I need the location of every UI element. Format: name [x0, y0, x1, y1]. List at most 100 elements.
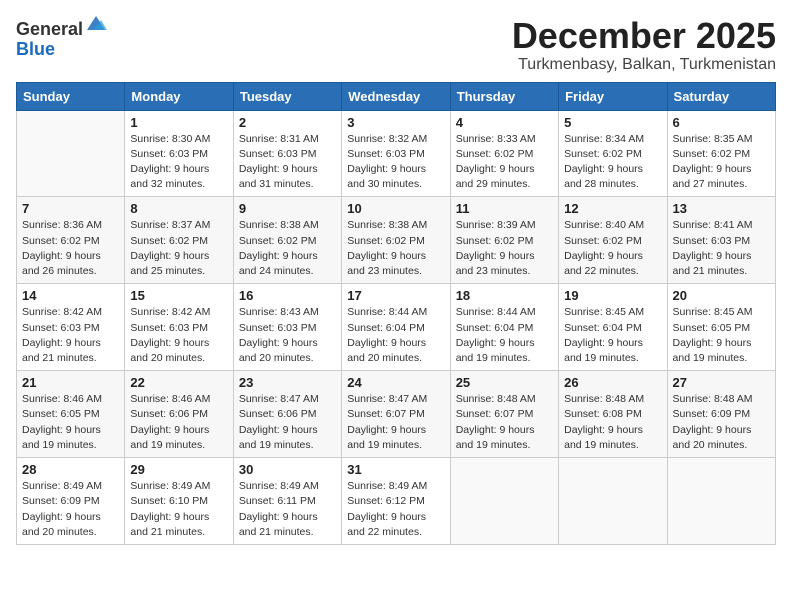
logo-blue-text: Blue	[16, 40, 107, 60]
day-number: 29	[130, 462, 227, 477]
title-area: December 2025 Turkmenbasy, Balkan, Turkm…	[512, 16, 776, 74]
day-number: 21	[22, 375, 119, 390]
day-number: 25	[456, 375, 553, 390]
day-info: Sunrise: 8:46 AMSunset: 6:05 PMDaylight:…	[22, 392, 119, 453]
header: General Blue December 2025 Turkmenbasy, …	[16, 16, 776, 74]
month-title: December 2025	[512, 16, 776, 56]
calendar-cell	[559, 458, 667, 545]
day-number: 9	[239, 201, 336, 216]
day-number: 10	[347, 201, 444, 216]
day-number: 27	[673, 375, 770, 390]
calendar-cell: 4 Sunrise: 8:33 AMSunset: 6:02 PMDaylight…	[450, 110, 558, 197]
calendar-week-row: 28 Sunrise: 8:49 AMSunset: 6:09 PMDayligh…	[17, 458, 776, 545]
calendar-cell: 26 Sunrise: 8:48 AMSunset: 6:08 PMDayligh…	[559, 371, 667, 458]
day-number: 26	[564, 375, 661, 390]
day-number: 20	[673, 288, 770, 303]
day-info: Sunrise: 8:41 AMSunset: 6:03 PMDaylight:…	[673, 218, 770, 279]
day-info: Sunrise: 8:42 AMSunset: 6:03 PMDaylight:…	[130, 305, 227, 366]
day-info: Sunrise: 8:46 AMSunset: 6:06 PMDaylight:…	[130, 392, 227, 453]
weekday-header-saturday: Saturday	[667, 82, 775, 110]
day-number: 14	[22, 288, 119, 303]
calendar-cell: 6 Sunrise: 8:35 AMSunset: 6:02 PMDaylight…	[667, 110, 775, 197]
day-info: Sunrise: 8:48 AMSunset: 6:09 PMDaylight:…	[673, 392, 770, 453]
calendar-cell: 17Sunrise: 8:44 AMSunset: 6:04 PMDayligh…	[342, 284, 450, 371]
calendar-cell: 21 Sunrise: 8:46 AMSunset: 6:05 PMDayligh…	[17, 371, 125, 458]
day-number: 2	[239, 115, 336, 130]
weekday-header-monday: Monday	[125, 82, 233, 110]
calendar-cell: 19Sunrise: 8:45 AMSunset: 6:04 PMDayligh…	[559, 284, 667, 371]
calendar-cell: 15 Sunrise: 8:42 AMSunset: 6:03 PMDayligh…	[125, 284, 233, 371]
day-info: Sunrise: 8:34 AMSunset: 6:02 PMDaylight:…	[564, 132, 661, 193]
calendar-week-row: 7 Sunrise: 8:36 AMSunset: 6:02 PMDaylight…	[17, 197, 776, 284]
day-info: Sunrise: 8:38 AMSunset: 6:02 PMDaylight:…	[347, 218, 444, 279]
calendar-cell: 16 Sunrise: 8:43 AMSunset: 6:03 PMDayligh…	[233, 284, 341, 371]
day-number: 1	[130, 115, 227, 130]
day-info: Sunrise: 8:45 AMSunset: 6:05 PMDaylight:…	[673, 305, 770, 366]
logo-icon	[85, 12, 107, 34]
day-info: Sunrise: 8:47 AMSunset: 6:07 PMDaylight:…	[347, 392, 444, 453]
calendar-cell: 29 Sunrise: 8:49 AMSunset: 6:10 PMDayligh…	[125, 458, 233, 545]
weekday-header-wednesday: Wednesday	[342, 82, 450, 110]
calendar-cell: 24 Sunrise: 8:47 AMSunset: 6:07 PMDayligh…	[342, 371, 450, 458]
day-info: Sunrise: 8:47 AMSunset: 6:06 PMDaylight:…	[239, 392, 336, 453]
calendar-cell: 23 Sunrise: 8:47 AMSunset: 6:06 PMDayligh…	[233, 371, 341, 458]
day-info: Sunrise: 8:33 AMSunset: 6:02 PMDaylight:…	[456, 132, 553, 193]
calendar-cell	[667, 458, 775, 545]
day-number: 18	[456, 288, 553, 303]
calendar-cell: 27 Sunrise: 8:48 AMSunset: 6:09 PMDayligh…	[667, 371, 775, 458]
calendar-cell: 5Sunrise: 8:34 AMSunset: 6:02 PMDaylight…	[559, 110, 667, 197]
calendar-cell: 13 Sunrise: 8:41 AMSunset: 6:03 PMDayligh…	[667, 197, 775, 284]
location-title: Turkmenbasy, Balkan, Turkmenistan	[512, 56, 776, 74]
day-number: 11	[456, 201, 553, 216]
calendar-cell: 25Sunrise: 8:48 AMSunset: 6:07 PMDayligh…	[450, 371, 558, 458]
day-info: Sunrise: 8:36 AMSunset: 6:02 PMDaylight:…	[22, 218, 119, 279]
day-info: Sunrise: 8:49 AMSunset: 6:09 PMDaylight:…	[22, 479, 119, 540]
day-number: 16	[239, 288, 336, 303]
calendar-cell: 9 Sunrise: 8:38 AMSunset: 6:02 PMDaylight…	[233, 197, 341, 284]
day-number: 3	[347, 115, 444, 130]
calendar-cell: 1 Sunrise: 8:30 AMSunset: 6:03 PMDaylight…	[125, 110, 233, 197]
day-number: 4	[456, 115, 553, 130]
logo: General Blue	[16, 20, 107, 60]
day-info: Sunrise: 8:48 AMSunset: 6:08 PMDaylight:…	[564, 392, 661, 453]
weekday-header-row: SundayMondayTuesdayWednesdayThursdayFrid…	[17, 82, 776, 110]
day-info: Sunrise: 8:40 AMSunset: 6:02 PMDaylight:…	[564, 218, 661, 279]
day-info: Sunrise: 8:49 AMSunset: 6:11 PMDaylight:…	[239, 479, 336, 540]
day-info: Sunrise: 8:38 AMSunset: 6:02 PMDaylight:…	[239, 218, 336, 279]
day-number: 12	[564, 201, 661, 216]
day-number: 23	[239, 375, 336, 390]
day-info: Sunrise: 8:44 AMSunset: 6:04 PMDaylight:…	[347, 305, 444, 366]
day-info: Sunrise: 8:35 AMSunset: 6:02 PMDaylight:…	[673, 132, 770, 193]
calendar-cell: 30Sunrise: 8:49 AMSunset: 6:11 PMDayligh…	[233, 458, 341, 545]
weekday-header-sunday: Sunday	[17, 82, 125, 110]
calendar-cell	[17, 110, 125, 197]
calendar-cell: 28 Sunrise: 8:49 AMSunset: 6:09 PMDayligh…	[17, 458, 125, 545]
calendar-cell: 8Sunrise: 8:37 AMSunset: 6:02 PMDaylight…	[125, 197, 233, 284]
day-number: 31	[347, 462, 444, 477]
calendar-week-row: 1 Sunrise: 8:30 AMSunset: 6:03 PMDaylight…	[17, 110, 776, 197]
calendar-cell: 31Sunrise: 8:49 AMSunset: 6:12 PMDayligh…	[342, 458, 450, 545]
day-info: Sunrise: 8:31 AMSunset: 6:03 PMDaylight:…	[239, 132, 336, 193]
day-info: Sunrise: 8:30 AMSunset: 6:03 PMDaylight:…	[130, 132, 227, 193]
calendar-cell: 2 Sunrise: 8:31 AMSunset: 6:03 PMDaylight…	[233, 110, 341, 197]
day-number: 6	[673, 115, 770, 130]
calendar-cell: 12 Sunrise: 8:40 AMSunset: 6:02 PMDayligh…	[559, 197, 667, 284]
day-info: Sunrise: 8:44 AMSunset: 6:04 PMDaylight:…	[456, 305, 553, 366]
calendar-cell: 11 Sunrise: 8:39 AMSunset: 6:02 PMDayligh…	[450, 197, 558, 284]
day-info: Sunrise: 8:39 AMSunset: 6:02 PMDaylight:…	[456, 218, 553, 279]
calendar-week-row: 14 Sunrise: 8:42 AMSunset: 6:03 PMDayligh…	[17, 284, 776, 371]
day-number: 24	[347, 375, 444, 390]
day-number: 15	[130, 288, 227, 303]
calendar-cell: 10 Sunrise: 8:38 AMSunset: 6:02 PMDayligh…	[342, 197, 450, 284]
day-info: Sunrise: 8:49 AMSunset: 6:10 PMDaylight:…	[130, 479, 227, 540]
day-info: Sunrise: 8:43 AMSunset: 6:03 PMDaylight:…	[239, 305, 336, 366]
day-number: 28	[22, 462, 119, 477]
day-number: 7	[22, 201, 119, 216]
weekday-header-tuesday: Tuesday	[233, 82, 341, 110]
calendar-week-row: 21 Sunrise: 8:46 AMSunset: 6:05 PMDayligh…	[17, 371, 776, 458]
calendar-table: SundayMondayTuesdayWednesdayThursdayFrid…	[16, 82, 776, 545]
day-number: 13	[673, 201, 770, 216]
day-number: 22	[130, 375, 227, 390]
day-info: Sunrise: 8:32 AMSunset: 6:03 PMDaylight:…	[347, 132, 444, 193]
weekday-header-thursday: Thursday	[450, 82, 558, 110]
